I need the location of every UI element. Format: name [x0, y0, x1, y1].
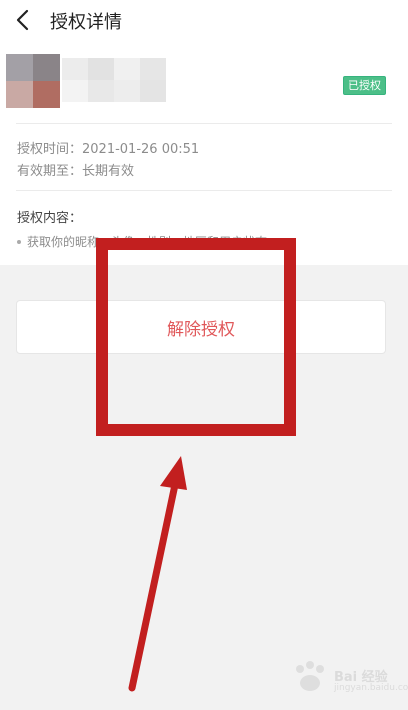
expiry-label: 有效期至： [17, 164, 83, 179]
auth-time-value: 2021-01-26 00:51 [82, 142, 200, 157]
back-arrow-icon[interactable] [14, 9, 34, 31]
app-info-row: 已授权 [0, 52, 408, 114]
page-title: 授权详情 [50, 12, 122, 33]
watermark-url: jingyan.baidu.com [334, 683, 408, 693]
highlight-box [96, 238, 296, 436]
nav-bar: 授权详情 [0, 0, 408, 40]
permissions-title: 授权内容： [17, 211, 83, 226]
expiry-row: 有效期至：长期有效 [17, 160, 134, 179]
detail-panel: 授权详情 已授权 授权时间：2021-01-26 00:51 有效期至：长期有效… [0, 0, 408, 265]
paw-logo-icon [296, 661, 324, 691]
auth-time-label: 授权时间： [17, 142, 83, 157]
expiry-value: 长期有效 [82, 164, 135, 179]
divider [16, 123, 392, 124]
bullet-icon [17, 239, 21, 244]
app-icon [6, 54, 60, 108]
divider [16, 190, 392, 191]
auth-time-row: 授权时间：2021-01-26 00:51 [17, 138, 199, 157]
app-name-blurred [62, 58, 188, 102]
watermark: Bai 经验 jingyan.baidu.com [290, 660, 408, 700]
authorized-badge: 已授权 [343, 76, 386, 95]
